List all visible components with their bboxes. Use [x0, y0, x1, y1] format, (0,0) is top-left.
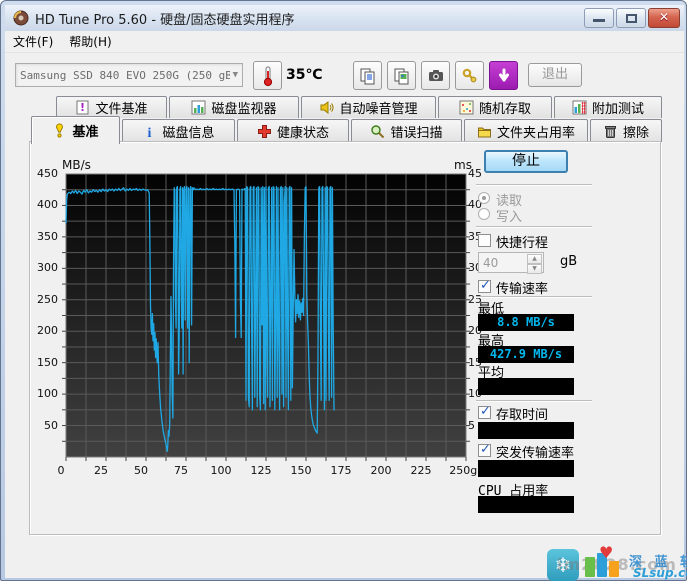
tab-label: 磁盘信息 — [162, 122, 214, 141]
exit-button[interactable]: 退出 — [528, 63, 582, 87]
menu-bar: 文件(F) 帮助(H) — [5, 31, 684, 53]
spin-down-icon[interactable]: ▼ — [527, 264, 542, 274]
screenshot-button[interactable] — [421, 61, 450, 90]
spin-up-icon[interactable]: ▲ — [527, 254, 542, 264]
short-stroke-label: 快捷行程 — [496, 232, 548, 251]
random-access-icon — [459, 100, 474, 115]
svg-text:!: ! — [80, 101, 85, 114]
maximize-button[interactable] — [616, 8, 646, 28]
tab-strip-top: ! 文件基准 磁盘监视器 自动噪音管理 随机存取 附加测试 — [5, 95, 684, 118]
temperature-value: 35℃ — [286, 67, 322, 83]
window-title: HD Tune Pro 5.60 - 硬盘/固态硬盘实用程序 — [35, 9, 295, 28]
svg-text:i: i — [148, 126, 152, 139]
thermometer-icon — [259, 65, 277, 87]
drive-select-value: Samsung SSD 840 EVO 250G (250 gB) — [20, 69, 230, 82]
max-value: 427.9 MB/s — [478, 346, 574, 363]
title-bar[interactable]: HD Tune Pro 5.60 - 硬盘/固态硬盘实用程序 ✕ — [5, 5, 684, 31]
heart-icon: ♥ — [599, 543, 613, 562]
down-arrow-icon — [496, 68, 512, 84]
tab-label: 文件基准 — [95, 98, 147, 117]
avg-value — [478, 378, 574, 395]
transfer-rate-label: 传输速率 — [496, 278, 548, 297]
read-radio[interactable] — [478, 192, 490, 204]
extra-tests-icon — [572, 100, 587, 115]
write-label: 写入 — [496, 206, 522, 225]
access-time-value — [478, 422, 574, 439]
short-stroke-checkbox[interactable] — [478, 234, 491, 247]
watermark-bar-green — [585, 557, 595, 577]
watermark-bar-orange — [609, 561, 619, 577]
toolbar: Samsung SSD 840 EVO 250G (250 gB) ▼ 35℃ — [5, 53, 684, 97]
tab-folder-usage[interactable]: 文件夹占用率 — [464, 119, 588, 142]
y-left-unit: MB/s — [62, 158, 91, 172]
tab-disk-info[interactable]: i 磁盘信息 — [122, 119, 235, 142]
tab-label: 健康状态 — [277, 122, 329, 141]
stop-button[interactable]: 停止 — [484, 150, 568, 173]
tab-extra-tests[interactable]: 附加测试 — [554, 96, 662, 118]
tab-label: 自动噪音管理 — [339, 98, 417, 117]
camera-icon — [427, 67, 445, 85]
copy-image-icon — [393, 67, 411, 85]
options-button[interactable] — [455, 61, 484, 90]
drive-select[interactable]: Samsung SSD 840 EVO 250G (250 gB) ▼ — [15, 63, 243, 87]
tab-auto-acoustic[interactable]: 自动噪音管理 — [301, 96, 436, 118]
save-results-button[interactable] — [489, 61, 518, 90]
chevron-down-icon: ▼ — [230, 70, 238, 80]
tab-label: 基准 — [72, 121, 98, 140]
benchmark-icon — [52, 123, 67, 138]
stroke-unit-label: gB — [560, 254, 577, 269]
copy-image-button[interactable] — [387, 61, 416, 90]
tab-label: 附加测试 — [592, 98, 644, 117]
tab-erase[interactable]: 擦除 — [590, 119, 662, 142]
menu-help[interactable]: 帮助(H) — [61, 30, 119, 53]
tab-label: 文件夹占用率 — [497, 122, 575, 141]
temperature-button[interactable] — [253, 61, 282, 90]
tools-icon — [461, 67, 479, 85]
tab-random-access[interactable]: 随机存取 — [438, 96, 552, 118]
cpu-usage-value — [478, 496, 574, 513]
min-value: 8.8 MB/s — [478, 314, 574, 331]
access-time-checkbox[interactable] — [478, 406, 491, 419]
stroke-size-value: 40 — [483, 256, 498, 270]
burst-rate-value — [478, 460, 574, 477]
tab-label: 磁盘监视器 — [211, 98, 276, 117]
tab-strip-bottom: 基准 i 磁盘信息 健康状态 错误扫描 文件夹占用率 擦除 — [5, 118, 684, 142]
tab-health[interactable]: 健康状态 — [237, 119, 349, 142]
app-window: HD Tune Pro 5.60 - 硬盘/固态硬盘实用程序 ✕ 文件(F) 帮… — [0, 0, 687, 581]
watermark-site: SLsup.com — [633, 566, 687, 580]
menu-file[interactable]: 文件(F) — [5, 30, 61, 53]
tab-error-scan[interactable]: 错误扫描 — [351, 119, 462, 142]
aam-icon — [319, 100, 334, 115]
copy-text-button[interactable] — [353, 61, 382, 90]
tab-label: 擦除 — [623, 122, 649, 141]
app-icon — [13, 10, 29, 26]
close-button[interactable]: ✕ — [648, 8, 680, 28]
stroke-size-spinner[interactable]: 40 ▲▼ — [478, 252, 544, 273]
health-icon — [257, 124, 272, 139]
tab-benchmark[interactable]: 基准 — [31, 116, 120, 144]
burst-rate-label: 突发传输速率 — [496, 442, 574, 461]
disk-monitor-icon — [191, 100, 206, 115]
error-scan-icon — [370, 124, 385, 139]
benchmark-chart — [61, 172, 471, 467]
minimize-button[interactable] — [584, 8, 614, 28]
transfer-rate-checkbox[interactable] — [478, 280, 491, 293]
erase-icon — [603, 124, 618, 139]
folder-usage-icon — [477, 124, 492, 139]
access-time-label: 存取时间 — [496, 404, 548, 423]
write-radio[interactable] — [478, 208, 490, 220]
tab-label: 随机存取 — [479, 98, 531, 117]
benchmark-panel: MB/s ms 45040035030025020015010050 45403… — [29, 141, 661, 535]
tab-file-benchmark[interactable]: ! 文件基准 — [56, 96, 167, 118]
watermark: ❄ im2828.com ♥ 深 蓝 软 件 SLsup.com — [541, 545, 687, 585]
tab-disk-monitor[interactable]: 磁盘监视器 — [169, 96, 299, 118]
file-benchmark-icon: ! — [75, 100, 90, 115]
copy-text-icon — [359, 67, 377, 85]
disk-info-icon: i — [142, 124, 157, 139]
burst-rate-checkbox[interactable] — [478, 444, 491, 457]
tab-label: 错误扫描 — [390, 122, 442, 141]
